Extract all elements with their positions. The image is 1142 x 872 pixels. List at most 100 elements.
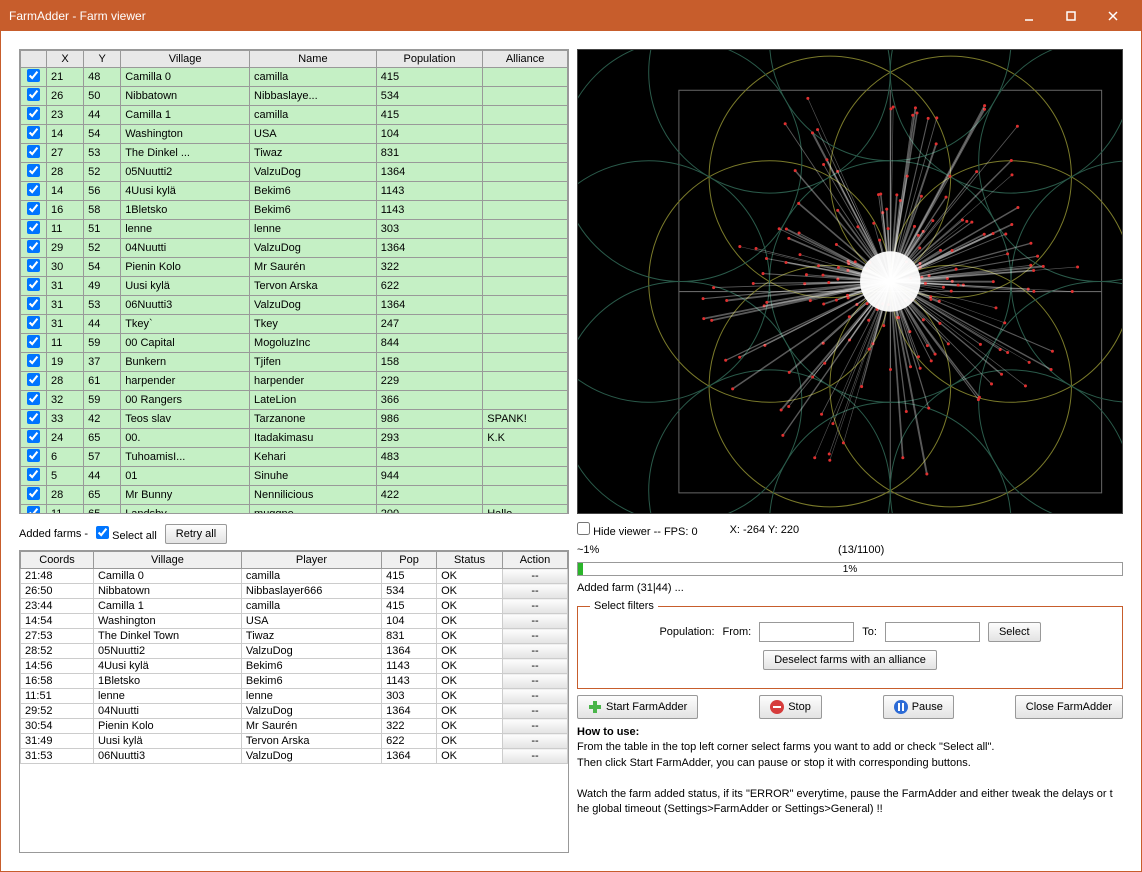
farm-col-header[interactable] [21,51,47,68]
farm-row-checkbox[interactable] [27,164,40,177]
added-row[interactable]: 31:49Uusi kyläTervon Arska622OK-- [21,734,568,749]
farm-row[interactable]: 2865Mr BunnyNennilicious422 [21,486,568,505]
select-all-control[interactable]: Select all [96,526,157,542]
farm-row-checkbox[interactable] [27,430,40,443]
action-button[interactable]: -- [503,584,568,599]
farm-row-checkbox[interactable] [27,297,40,310]
retry-all-button[interactable]: Retry all [165,524,227,544]
farm-row[interactable]: 2753The Dinkel ...Tiwaz831 [21,144,568,163]
pause-button[interactable]: Pause [883,695,954,719]
added-col-header[interactable]: Status [437,552,503,569]
farm-row-checkbox[interactable] [27,354,40,367]
action-button[interactable]: -- [503,719,568,734]
farm-row[interactable]: 3054Pienin KoloMr Saurén322 [21,258,568,277]
added-row[interactable]: 28:5205Nuutti2ValzuDog1364OK-- [21,644,568,659]
farm-row[interactable]: 325900 RangersLateLion366 [21,391,568,410]
farm-row-checkbox[interactable] [27,88,40,101]
farm-row-checkbox[interactable] [27,240,40,253]
stop-button[interactable]: Stop [759,695,822,719]
added-row[interactable]: 23:44Camilla 1camilla415OK-- [21,599,568,614]
farm-table-panel[interactable]: XYVillageNamePopulationAlliance 2148Cami… [19,49,569,514]
action-button[interactable]: -- [503,704,568,719]
farm-row-checkbox[interactable] [27,107,40,120]
pop-to-input[interactable] [885,622,980,642]
select-all-checkbox[interactable] [96,526,109,539]
farm-row-checkbox[interactable] [27,316,40,329]
added-row[interactable]: 31:5306Nuutti3ValzuDog1364OK-- [21,749,568,764]
farm-col-header[interactable]: Population [376,51,482,68]
farm-row[interactable]: 285205Nuutti2ValzuDog1364 [21,163,568,182]
farm-row[interactable]: 3342Teos slavTarzanone986SPANK! [21,410,568,429]
added-col-header[interactable]: Coords [21,552,94,569]
added-row[interactable]: 16:581BletskoBekim61143OK-- [21,674,568,689]
farm-col-header[interactable]: X [47,51,84,68]
farm-row-checkbox[interactable] [27,392,40,405]
added-row[interactable]: 21:48Camilla 0camilla415OK-- [21,569,568,584]
farm-row-checkbox[interactable] [27,259,40,272]
hide-viewer-control[interactable]: Hide viewer -- FPS: 0 [577,522,698,538]
select-filter-button[interactable]: Select [988,622,1041,642]
added-col-header[interactable]: Action [503,552,568,569]
maximize-button[interactable] [1051,5,1091,27]
added-row[interactable]: 14:54WashingtonUSA104OK-- [21,614,568,629]
added-col-header[interactable]: Player [241,552,381,569]
farm-row[interactable]: 3144Tkey`Tkey247 [21,315,568,334]
action-button[interactable]: -- [503,569,568,584]
action-button[interactable]: -- [503,629,568,644]
added-table[interactable]: CoordsVillagePlayerPopStatusAction 21:48… [20,551,568,764]
farm-col-header[interactable]: Name [250,51,377,68]
map-viewer[interactable] [577,49,1123,514]
farm-row[interactable]: 1165Landsbymuggne200Hallo [21,505,568,515]
action-button[interactable]: -- [503,749,568,764]
farm-row[interactable]: 1937BunkernTjifen158 [21,353,568,372]
minimize-button[interactable] [1009,5,1049,27]
added-row[interactable]: 26:50NibbatownNibbaslayer666534OK-- [21,584,568,599]
farm-row[interactable]: 54401Sinuhe944 [21,467,568,486]
farm-row[interactable]: 1454WashingtonUSA104 [21,125,568,144]
farm-row-checkbox[interactable] [27,202,40,215]
pop-from-input[interactable] [759,622,854,642]
farm-row-checkbox[interactable] [27,373,40,386]
farm-row[interactable]: 2650NibbatownNibbaslaye...534 [21,87,568,106]
farm-row-checkbox[interactable] [27,449,40,462]
action-button[interactable]: -- [503,644,568,659]
titlebar[interactable]: FarmAdder - Farm viewer [1,1,1141,31]
added-row[interactable]: 11:51lennelenne303OK-- [21,689,568,704]
farm-col-header[interactable]: Alliance [483,51,568,68]
added-row[interactable]: 30:54Pienin KoloMr Saurén322OK-- [21,719,568,734]
action-button[interactable]: -- [503,659,568,674]
action-button[interactable]: -- [503,614,568,629]
farm-row[interactable]: 3149Uusi kyläTervon Arska622 [21,277,568,296]
action-button[interactable]: -- [503,599,568,614]
farm-row-checkbox[interactable] [27,411,40,424]
added-col-header[interactable]: Village [93,552,241,569]
farm-table[interactable]: XYVillageNamePopulationAlliance 2148Cami… [20,50,568,514]
farm-row[interactable]: 657TuhoamisI...Kehari483 [21,448,568,467]
added-row[interactable]: 29:5204NuuttiValzuDog1364OK-- [21,704,568,719]
action-button[interactable]: -- [503,674,568,689]
farm-row-checkbox[interactable] [27,221,40,234]
added-row[interactable]: 27:53The Dinkel TownTiwaz831OK-- [21,629,568,644]
farm-row[interactable]: 246500.Itadakimasu293K.K [21,429,568,448]
farm-row[interactable]: 295204NuuttiValzuDog1364 [21,239,568,258]
farm-col-header[interactable]: Village [121,51,250,68]
added-col-header[interactable]: Pop [382,552,437,569]
farm-row[interactable]: 16581BletskoBekim61143 [21,201,568,220]
farm-row[interactable]: 2148Camilla 0camilla415 [21,68,568,87]
farm-row-checkbox[interactable] [27,69,40,82]
action-button[interactable]: -- [503,689,568,704]
farm-row-checkbox[interactable] [27,278,40,291]
added-row[interactable]: 14:564Uusi kyläBekim61143OK-- [21,659,568,674]
close-button[interactable] [1093,5,1133,27]
farm-row[interactable]: 1151lennelenne303 [21,220,568,239]
deselect-alliance-button[interactable]: Deselect farms with an alliance [763,650,937,670]
farm-row-checkbox[interactable] [27,183,40,196]
farm-row[interactable]: 2861harpenderharpender229 [21,372,568,391]
farm-row[interactable]: 14564Uusi kyläBekim61143 [21,182,568,201]
farm-row-checkbox[interactable] [27,468,40,481]
farm-row[interactable]: 2344Camilla 1camilla415 [21,106,568,125]
farm-row-checkbox[interactable] [27,126,40,139]
farm-col-header[interactable]: Y [84,51,121,68]
farm-row-checkbox[interactable] [27,335,40,348]
close-farmadder-button[interactable]: Close FarmAdder [1015,695,1123,719]
